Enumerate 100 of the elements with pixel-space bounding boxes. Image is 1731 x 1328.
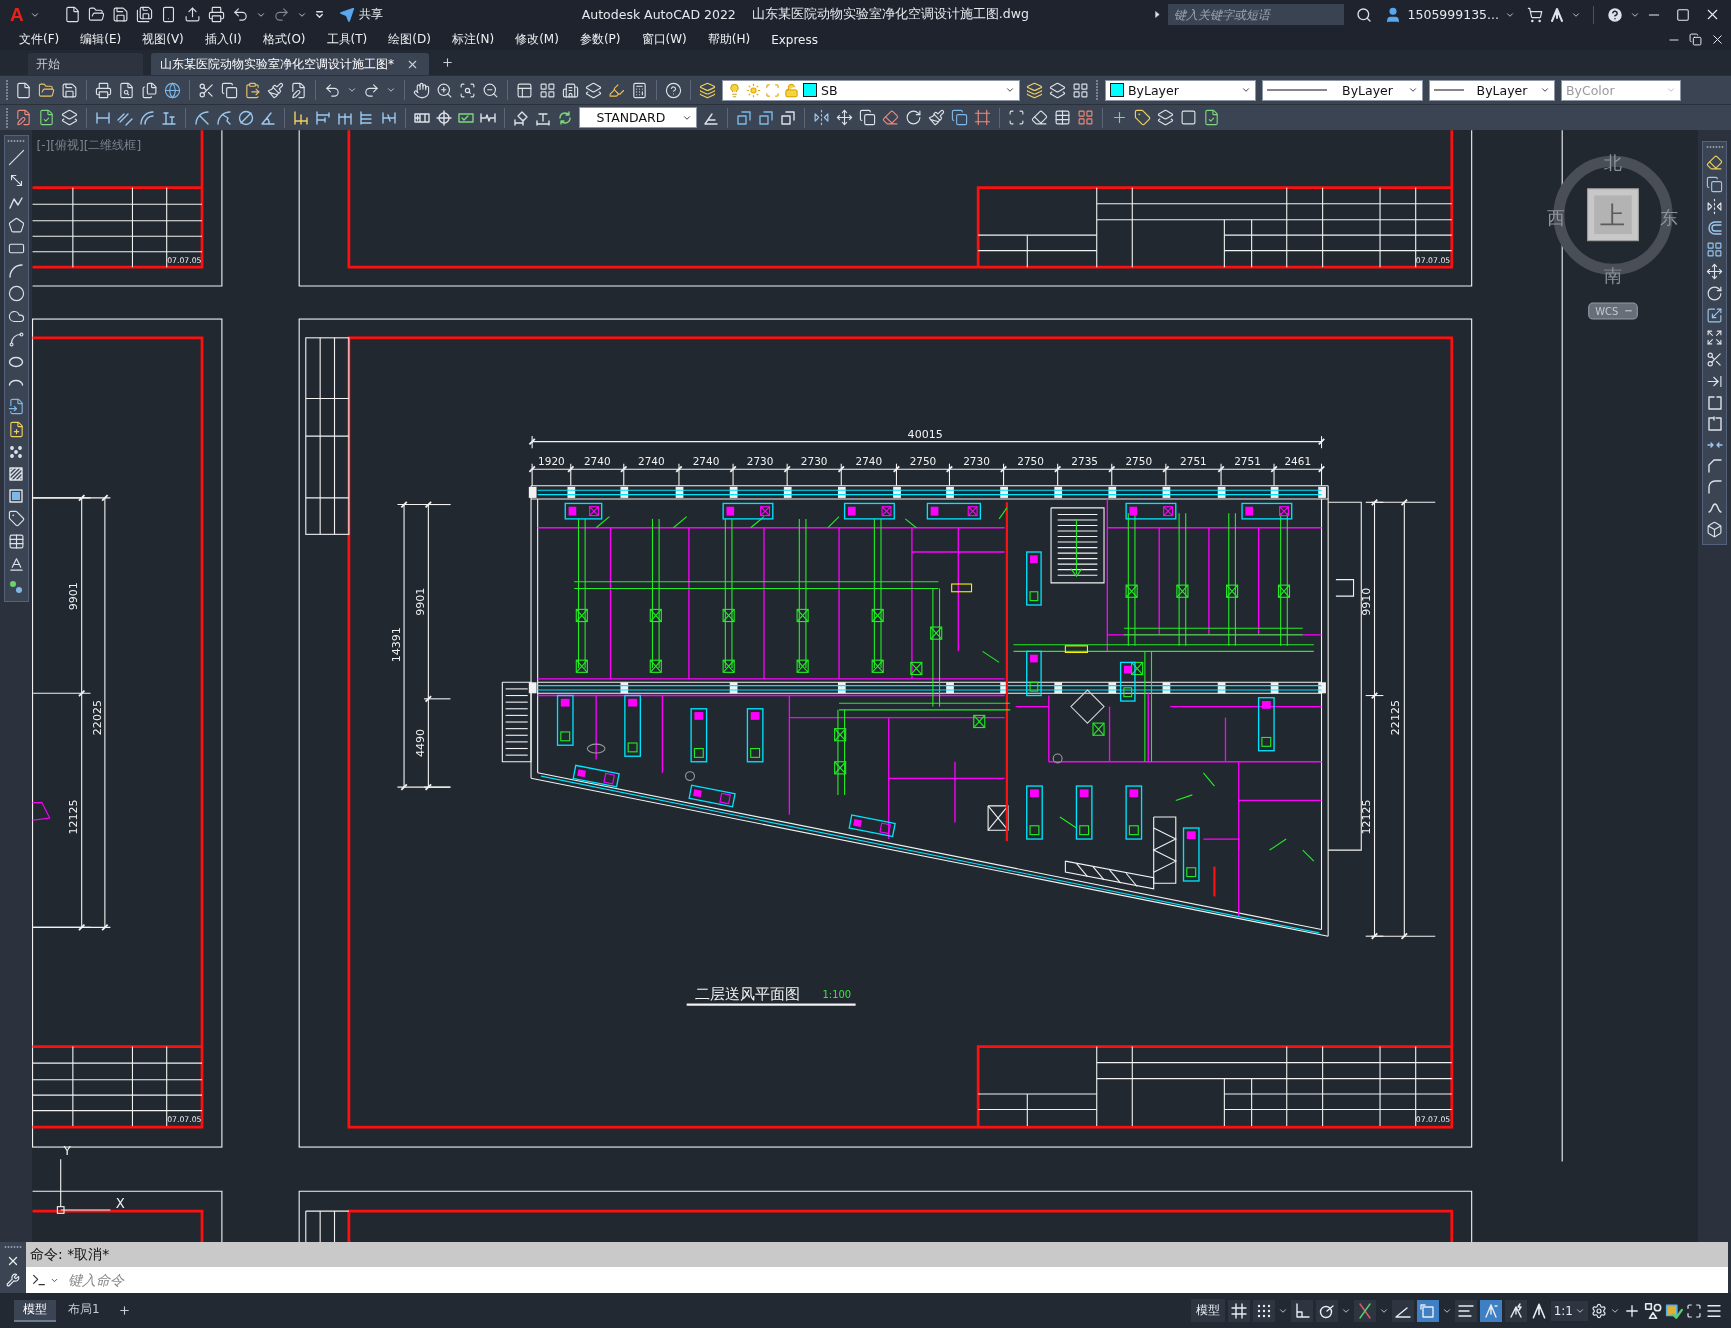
dots-icon[interactable] [8, 444, 24, 460]
paintbrush-icon[interactable] [928, 109, 945, 126]
layout-tab[interactable]: 布局1 [59, 1299, 109, 1322]
maximize-icon[interactable] [1676, 7, 1690, 22]
expand-icon[interactable] [1706, 329, 1723, 346]
eraser-icon[interactable] [1706, 154, 1723, 171]
redo-icon[interactable] [363, 81, 380, 99]
grid-icon[interactable] [1072, 81, 1089, 99]
spline-icon[interactable] [7, 331, 25, 348]
printer-icon[interactable] [207, 6, 225, 23]
panel-icon[interactable] [516, 81, 533, 99]
snap-square-icon[interactable] [1416, 1299, 1439, 1322]
layers-icon[interactable] [585, 81, 602, 99]
baseline-dimension-icon[interactable] [315, 109, 331, 126]
file-pen-icon[interactable] [15, 109, 32, 126]
stacked-squares-icon[interactable] [758, 109, 774, 126]
layers-icon[interactable] [1157, 109, 1174, 126]
tag-icon[interactable] [7, 510, 25, 527]
dimension-edit-icon[interactable] [513, 109, 529, 126]
layout-tab[interactable]: 模型 [14, 1299, 56, 1322]
frame-magnifier-icon[interactable] [459, 81, 476, 99]
annotation-autoscale-icon[interactable] [1504, 1299, 1527, 1322]
line-icon[interactable] [7, 149, 25, 166]
dimension-style-dropdown[interactable]: STANDARD [579, 107, 697, 128]
menu-item[interactable]: 编辑(E) [80, 31, 122, 48]
plus-icon[interactable] [1111, 109, 1128, 126]
document-tab[interactable]: 开始 [28, 53, 143, 75]
calculator-icon[interactable] [631, 81, 648, 99]
table-icon[interactable] [7, 533, 25, 550]
save-icon[interactable] [111, 6, 129, 23]
arrow-to-line-icon[interactable] [1706, 373, 1723, 390]
caret-icon[interactable] [386, 85, 396, 95]
polyline-icon[interactable] [8, 195, 24, 211]
ordinate-dimension-icon[interactable] [161, 109, 177, 126]
linear-dimension-icon[interactable] [95, 109, 111, 126]
file-input-icon[interactable] [7, 398, 25, 415]
cart-icon[interactable] [1527, 6, 1543, 23]
compass-label[interactable]: 西 [1546, 208, 1565, 229]
square-icon[interactable] [1180, 109, 1197, 126]
tag-icon[interactable] [1134, 109, 1151, 126]
share-button[interactable]: 共享 [335, 4, 386, 25]
files-icon[interactable] [141, 81, 158, 99]
menu-item[interactable]: 工具(T) [326, 31, 368, 48]
offset-curves-icon[interactable] [1706, 220, 1723, 236]
globe-icon[interactable] [164, 81, 181, 99]
plus-icon[interactable] [441, 56, 454, 69]
ellipse-icon[interactable] [8, 354, 24, 370]
restore-icon[interactable] [1689, 33, 1702, 46]
mirror-icon[interactable] [1706, 198, 1723, 215]
customize-caret-icon[interactable] [313, 9, 325, 20]
undo-icon[interactable] [231, 6, 249, 23]
file-icon[interactable] [63, 6, 81, 23]
radius-dimension-icon[interactable] [194, 109, 210, 126]
scissors-icon[interactable] [1706, 351, 1723, 368]
circle-icon[interactable] [7, 285, 25, 302]
caret-icon[interactable] [1005, 85, 1015, 95]
caret-icon[interactable] [1540, 85, 1550, 95]
close-icon[interactable] [1710, 32, 1725, 47]
menu-item[interactable]: 插入(I) [204, 31, 242, 48]
color-dropdown[interactable]: ByLayer [1105, 79, 1256, 101]
filled-square-icon[interactable] [8, 488, 24, 504]
search-icon[interactable] [1355, 6, 1372, 23]
layers-icon[interactable] [1049, 81, 1066, 99]
rotate-icon[interactable] [905, 109, 922, 126]
move-icon[interactable] [1706, 263, 1723, 280]
undo-icon[interactable] [324, 81, 341, 99]
annotation-scale-button[interactable]: 1:1 [1550, 1300, 1588, 1321]
polar-icon[interactable] [1315, 1299, 1338, 1322]
redo-icon[interactable] [272, 6, 290, 23]
model-space-button[interactable]: 模型 [1190, 1299, 1225, 1322]
search-field[interactable]: 键入关键字或短语 [1167, 4, 1344, 25]
crossing-lines-icon[interactable] [1353, 1299, 1376, 1322]
grid-icon[interactable] [1706, 241, 1723, 258]
shapes-icon[interactable] [1644, 1301, 1662, 1320]
quick-dimension-icon[interactable] [293, 109, 309, 126]
tripod-icon[interactable] [1549, 6, 1565, 23]
copy-icon[interactable] [951, 109, 968, 126]
menu-item[interactable]: 窗口(W) [641, 31, 687, 48]
dimension-break-icon[interactable] [381, 109, 397, 126]
scissors-icon[interactable] [198, 81, 215, 99]
layers-icon[interactable] [61, 109, 78, 126]
grip-handle-icon[interactable] [5, 107, 9, 128]
cube-icon[interactable] [1706, 521, 1723, 538]
folder-icon[interactable] [38, 81, 55, 99]
dimension-space-icon[interactable] [359, 109, 375, 126]
diameter-dimension-icon[interactable] [238, 109, 254, 126]
close-icon[interactable] [6, 1254, 20, 1268]
user-name[interactable]: 1505999135... [1407, 7, 1499, 22]
command-input-field[interactable]: 键入命令 [68, 1269, 1728, 1291]
printer-icon[interactable] [95, 81, 112, 99]
arc-dimension-icon[interactable] [139, 109, 155, 126]
table-icon[interactable] [1054, 109, 1071, 126]
expand-triangle-icon[interactable] [1152, 10, 1162, 19]
pentagon-icon[interactable] [7, 217, 25, 234]
center-mark-icon[interactable] [436, 109, 452, 126]
letter-a-icon[interactable] [7, 556, 25, 573]
compass-label[interactable]: 南 [1604, 265, 1622, 286]
terminal-icon[interactable] [31, 1272, 47, 1288]
chamfer-icon[interactable] [1706, 458, 1723, 474]
dot-grid-icon[interactable] [1252, 1299, 1275, 1322]
